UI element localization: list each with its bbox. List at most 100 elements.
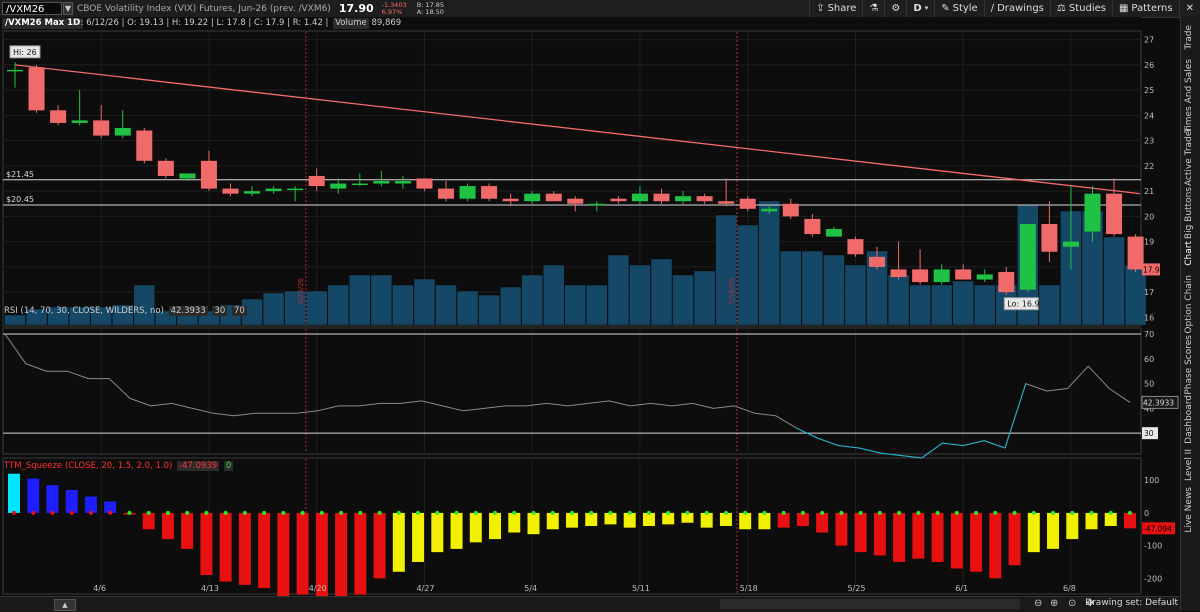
ttm-histogram-bar xyxy=(758,512,771,530)
volume-bar xyxy=(262,292,285,326)
ttm-squeeze-dot xyxy=(820,510,825,515)
ttm-histogram-bar xyxy=(181,512,194,549)
sidebar-item-trade[interactable]: Trade xyxy=(1184,25,1194,50)
close-button[interactable]: ✕ xyxy=(1178,0,1200,17)
sidebar-item-live-news[interactable]: Live News xyxy=(1184,487,1194,533)
ttm-squeeze-dot xyxy=(1128,510,1132,515)
zoom-out-icon[interactable]: ⊖ xyxy=(1034,598,1042,609)
volume-bar xyxy=(823,254,845,326)
volume-bar xyxy=(801,250,824,326)
ttm-histogram-bar xyxy=(816,512,829,533)
sidebar-item-active-trader[interactable]: Active Trader xyxy=(1184,127,1194,186)
ttm-histogram-bar xyxy=(392,512,405,572)
ttm-squeeze-dot xyxy=(108,510,113,515)
candle-body xyxy=(847,239,864,255)
ttm-histogram-bar xyxy=(1047,512,1060,549)
price-axis-tick: 20 xyxy=(1144,212,1154,221)
sidebar-item-level-ii[interactable]: Level II xyxy=(1184,449,1194,481)
ttm-histogram-bar xyxy=(489,512,502,540)
rsi-axis-tick: 70 xyxy=(1144,330,1154,339)
volume-bar xyxy=(413,278,436,326)
chart-canvas[interactable]: 4/20/26 5/18/26 $21.45 $20.45 Hi: 26 Lo: 16.9… xyxy=(0,0,1180,596)
candle-body xyxy=(200,160,217,189)
candle-body xyxy=(157,160,174,176)
volume-bar xyxy=(133,284,156,326)
ttm-squeeze-dot xyxy=(858,510,863,515)
horizontal-scrollbar[interactable] xyxy=(720,599,1020,609)
candle-body xyxy=(222,188,239,194)
ttm-histogram-bar xyxy=(1124,512,1136,529)
scroll-up-icon[interactable]: ▲ xyxy=(54,599,76,611)
candle-body xyxy=(631,193,648,202)
candle-body xyxy=(1106,193,1123,235)
sidebar-item-dashboard[interactable]: Dashboard xyxy=(1184,395,1194,444)
rsi-panel xyxy=(2,327,1142,455)
drawing-set-selector[interactable]: Drawing set: Default xyxy=(1085,598,1178,608)
candle-body xyxy=(610,198,627,202)
ttm-squeeze-dot xyxy=(396,510,401,515)
candle-body xyxy=(1127,236,1144,270)
ttm-squeeze-dot xyxy=(627,510,632,515)
sidebar-item-chart[interactable]: Chart xyxy=(1184,241,1194,266)
price-axis-tick: 21 xyxy=(1144,187,1154,196)
rsi-value-tag-text: 42.3933 xyxy=(1143,398,1174,407)
zoom-fit-icon[interactable]: ⊙ xyxy=(1068,598,1076,609)
ttm-squeeze-dot xyxy=(512,510,517,515)
candle-body xyxy=(265,188,282,192)
ttm-histogram-bar xyxy=(893,512,906,562)
volume-bar xyxy=(1038,284,1061,326)
ttm-histogram-bar xyxy=(931,512,944,562)
ttm-histogram-bar xyxy=(161,512,174,540)
rsi-axis-tick: 60 xyxy=(1144,355,1154,364)
sidebar-item-big-buttons[interactable]: Big Buttons xyxy=(1184,187,1194,239)
ttm-histogram-bar xyxy=(469,512,482,543)
candle-body xyxy=(761,208,778,212)
ttm-histogram-bar xyxy=(258,512,271,589)
ttm-axis-tick: -100 xyxy=(1144,542,1162,551)
candle-body xyxy=(804,218,821,235)
candle-body xyxy=(588,203,605,206)
volume-bar xyxy=(521,274,543,326)
ttm-histogram-bar xyxy=(8,473,20,513)
volume-bar xyxy=(327,284,349,326)
rsi-study-label[interactable]: RSI (14, 70, 30, CLOSE, WILDERS, no) 42.… xyxy=(4,306,247,316)
ttm-squeeze-dot xyxy=(1108,510,1113,515)
ttm-histogram-bar xyxy=(84,496,97,513)
ttm-squeeze-dot xyxy=(12,510,16,515)
ttm-squeeze-dot xyxy=(1031,510,1036,515)
volume-bar xyxy=(1103,236,1125,326)
ttm-study-label[interactable]: TTM_Squeeze (CLOSE, 20, 1.5, 2.0, 1.0) -… xyxy=(4,461,234,471)
ttm-histogram-bar xyxy=(1027,512,1040,553)
ttm-squeeze-dot xyxy=(300,510,305,515)
ttm-histogram-bar xyxy=(970,512,983,572)
ttm-squeeze-dot xyxy=(1051,510,1056,515)
ttm-histogram-bar xyxy=(373,512,386,579)
ttm-histogram-bar xyxy=(566,512,578,528)
x-axis-tick: 5/11 xyxy=(632,584,650,593)
ttm-squeeze-dot xyxy=(1070,510,1075,515)
zoom-in-icon[interactable]: ⊕ xyxy=(1050,598,1058,609)
sidebar-item-times-and-sales[interactable]: Times And Sales xyxy=(1184,59,1194,133)
ttm-squeeze-dot xyxy=(646,510,651,515)
ttm-squeeze-dot xyxy=(339,510,344,515)
ttm-squeeze-dot xyxy=(993,510,998,515)
volume-bar xyxy=(607,254,630,326)
rsi-oversold-readout: 30 xyxy=(212,306,228,316)
ttm-histogram-bar xyxy=(912,512,925,559)
sidebar-item-option-chain[interactable]: Option Chain xyxy=(1184,275,1194,334)
ttm-squeeze-dot xyxy=(839,510,844,515)
ttm-value-tag-text: -47.094 xyxy=(1143,524,1172,533)
volume-bar xyxy=(4,314,26,326)
ttm-histogram-bar xyxy=(700,512,713,528)
ttm-squeeze-dot xyxy=(185,510,190,515)
x-axis-tick: 6/1 xyxy=(955,584,968,593)
ttm-histogram-bar xyxy=(335,512,348,596)
sidebar-item-phase-scores[interactable]: Phase Scores xyxy=(1184,335,1194,395)
volume-bar xyxy=(715,214,737,326)
ttm-squeeze-dot xyxy=(954,510,959,515)
ttm-histogram-bar xyxy=(1008,512,1021,566)
volume-bar xyxy=(693,270,716,326)
price-axis-tick: 23 xyxy=(1144,137,1154,146)
ttm-histogram-bar xyxy=(873,512,886,556)
candle-body xyxy=(912,269,929,283)
